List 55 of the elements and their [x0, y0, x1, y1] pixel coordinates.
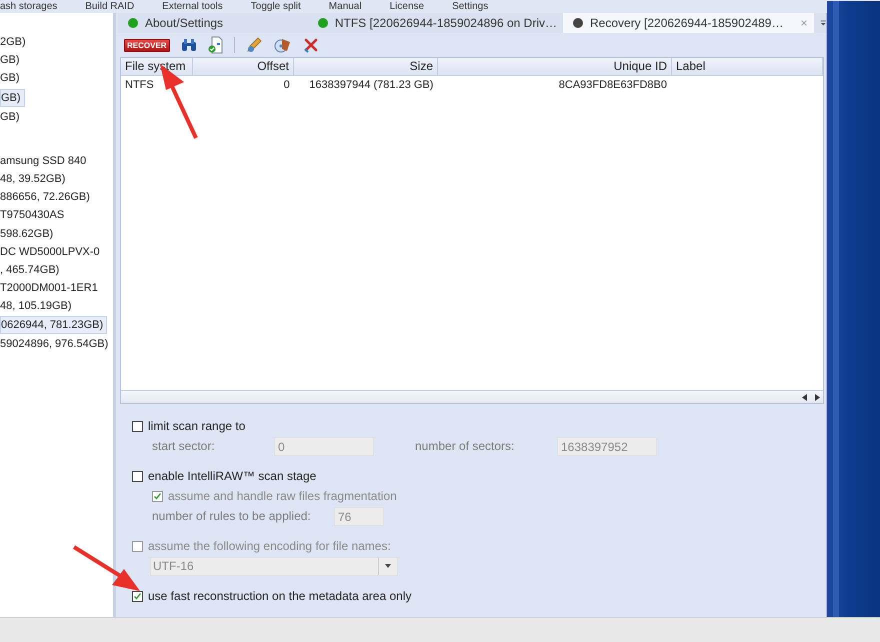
tree-item[interactable]: , 465.74GB) [0, 260, 62, 280]
document-check-icon[interactable] [208, 36, 224, 54]
menu-item[interactable]: External tools [162, 0, 223, 13]
tree-item[interactable]: GB) [0, 108, 23, 126]
dropdown-icon[interactable] [820, 19, 826, 27]
tab-label: NTFS [220626944-1859024896 on Driv… [334, 16, 557, 30]
column-header[interactable]: Label [672, 58, 823, 75]
column-header[interactable]: Offset [193, 58, 294, 75]
field-label: start sector: [152, 439, 216, 453]
tab[interactable]: NTFS [220626944-1859024896 on Driv… [308, 13, 563, 33]
tree-item[interactable]: T9750430AS [0, 206, 68, 224]
field-label: number of sectors: [415, 439, 516, 453]
tree-item[interactable]: 59024896, 976.54GB) [0, 335, 112, 354]
menu-item[interactable]: License [390, 0, 424, 13]
table-cell-text: 1638397944 (781.23 GB) [308, 78, 434, 93]
table-cell-text: 8CA93FD8E63FD8B0 [558, 78, 668, 93]
menu-item[interactable]: Manual [328, 0, 362, 13]
checkbox-label[interactable]: limit scan range to [148, 419, 246, 433]
tree-item[interactable]: GB) [0, 88, 25, 107]
tree-item[interactable]: GB) [0, 51, 23, 70]
tree-item[interactable]: GB) [0, 69, 23, 88]
pencil-icon[interactable] [244, 36, 263, 54]
tree-item[interactable]: DC WD5000LPVX-0 [0, 242, 103, 261]
tree-item[interactable]: 0626944, 781.23GB) [0, 316, 108, 334]
horizontal-scrollbar[interactable] [121, 390, 823, 403]
tab-label: Recovery [220626944-185902489… [590, 16, 784, 30]
tree-item[interactable]: 886656, 72.26GB) [0, 188, 93, 206]
binoculars-icon[interactable] [180, 37, 198, 53]
checkbox[interactable] [132, 420, 143, 432]
tab-label: About/Settings [145, 16, 224, 30]
menu-item[interactable]: Toggle split [250, 0, 301, 13]
field-label: number of rules to be applied: [152, 509, 312, 523]
tree-item[interactable]: 48, 39.52GB) [0, 170, 68, 188]
table-cell-text: 0 [282, 78, 291, 93]
menu-item[interactable]: Settings [452, 0, 488, 13]
tree-item[interactable]: T2000DM001-1ER1 [0, 279, 101, 298]
tree-item[interactable]: amsung SSD 840 [0, 152, 90, 170]
caret-icon[interactable] [384, 563, 392, 569]
column-header[interactable]: Size [294, 58, 438, 75]
menu-item[interactable]: Build RAID [85, 0, 134, 13]
disk-tool-icon[interactable] [272, 36, 293, 54]
tab[interactable]: About/Settings [118, 13, 308, 33]
checkbox[interactable] [132, 590, 143, 602]
table-cell-text: NTFS [124, 78, 155, 93]
menu-item[interactable]: ash storages [0, 0, 58, 13]
tab[interactable]: Recovery [220626944-185902489… × [563, 13, 814, 33]
checkbox[interactable] [132, 470, 143, 482]
recover-button[interactable]: RECOVER [124, 38, 170, 52]
checkbox-label[interactable]: enable IntelliRAW™ scan stage [148, 469, 316, 483]
checkbox-label[interactable]: use fast reconstruction on the metadata area only [148, 589, 412, 603]
column-header[interactable]: Unique ID [438, 58, 672, 75]
tree-item[interactable]: 48, 105.19GB) [0, 297, 75, 316]
delete-icon[interactable] [302, 37, 319, 53]
tree-item[interactable]: 598.62GB) [0, 224, 56, 243]
tree-item[interactable]: 2GB) [0, 33, 29, 52]
